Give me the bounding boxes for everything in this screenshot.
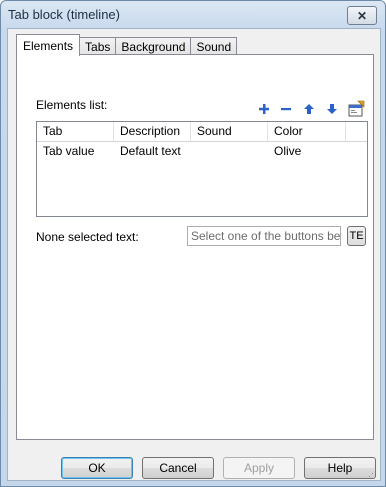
tab-elements[interactable]: Elements bbox=[16, 34, 81, 56]
none-selected-label: None selected text: bbox=[36, 230, 139, 244]
column-header-color[interactable]: Color bbox=[268, 122, 346, 141]
help-button[interactable]: Help bbox=[304, 457, 376, 479]
tab-background[interactable]: Background bbox=[115, 37, 192, 55]
column-header-tab[interactable]: Tab bbox=[37, 122, 114, 141]
window-title: Tab block (timeline) bbox=[8, 7, 120, 22]
tab-sound-label: Sound bbox=[196, 39, 232, 54]
text-editor-button[interactable]: TE bbox=[347, 226, 366, 246]
close-icon: ✕ bbox=[356, 8, 368, 23]
arrow-up-icon[interactable] bbox=[302, 102, 316, 116]
cell-color: Olive bbox=[274, 144, 302, 158]
plus-icon[interactable] bbox=[257, 102, 271, 116]
grid-header: Tab Description Sound Color bbox=[37, 122, 367, 142]
tab-background-label: Background bbox=[121, 39, 186, 54]
elements-panel: Elements list: Tab Description Sound Col… bbox=[16, 54, 374, 440]
cell-description: Default text bbox=[120, 144, 181, 158]
arrow-down-icon[interactable] bbox=[325, 102, 339, 116]
none-selected-input[interactable]: Select one of the buttons below bbox=[187, 226, 341, 246]
minus-icon[interactable] bbox=[279, 102, 293, 116]
column-header-description[interactable]: Description bbox=[114, 122, 191, 141]
column-header-sound[interactable]: Sound bbox=[191, 122, 268, 141]
cell-tab: Tab value bbox=[43, 144, 95, 158]
title-bar[interactable]: Tab block (timeline) ✕ bbox=[1, 1, 385, 29]
cancel-button[interactable]: Cancel bbox=[142, 457, 214, 479]
close-button[interactable]: ✕ bbox=[347, 6, 377, 25]
resize-grip-icon[interactable]: ⋰ bbox=[368, 468, 378, 478]
tab-strip: Elements Tabs Background Sound bbox=[16, 34, 238, 56]
apply-button: Apply bbox=[223, 457, 295, 479]
tab-tabs[interactable]: Tabs bbox=[79, 37, 117, 55]
dialog-window: Tab block (timeline) ✕ Elements Tabs Bac… bbox=[0, 0, 386, 487]
dialog-client: Elements Tabs Background Sound Elements … bbox=[7, 28, 381, 481]
ok-button[interactable]: OK bbox=[61, 457, 133, 479]
elements-grid[interactable]: Tab Description Sound Color Tab value De… bbox=[36, 121, 368, 217]
properties-icon[interactable] bbox=[348, 100, 365, 117]
tab-elements-label: Elements bbox=[23, 38, 74, 53]
elements-list-label: Elements list: bbox=[36, 98, 108, 112]
tab-tabs-label: Tabs bbox=[85, 39, 111, 54]
tab-sound[interactable]: Sound bbox=[190, 37, 238, 55]
